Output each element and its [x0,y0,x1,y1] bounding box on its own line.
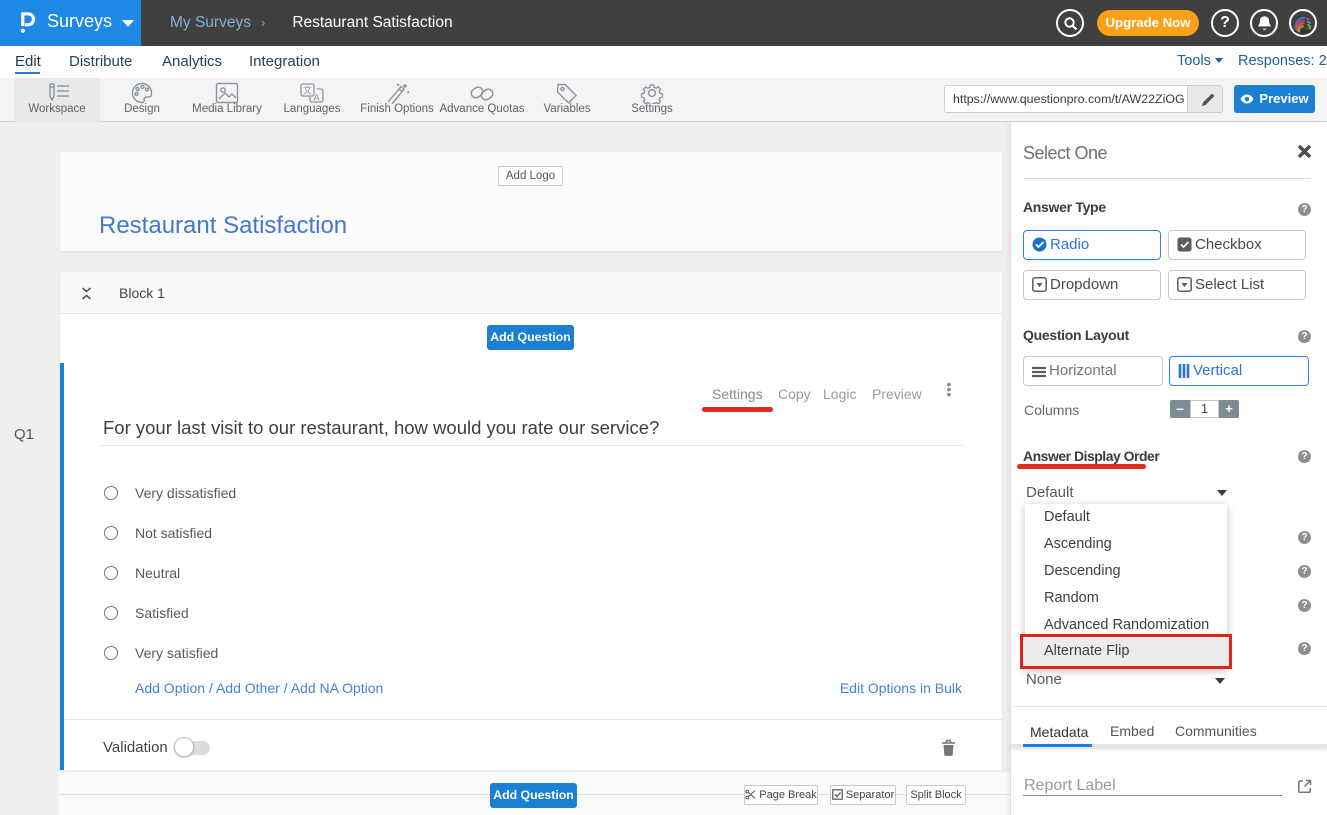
svg-text:文: 文 [303,85,312,96]
svg-text:A: A [313,93,319,103]
